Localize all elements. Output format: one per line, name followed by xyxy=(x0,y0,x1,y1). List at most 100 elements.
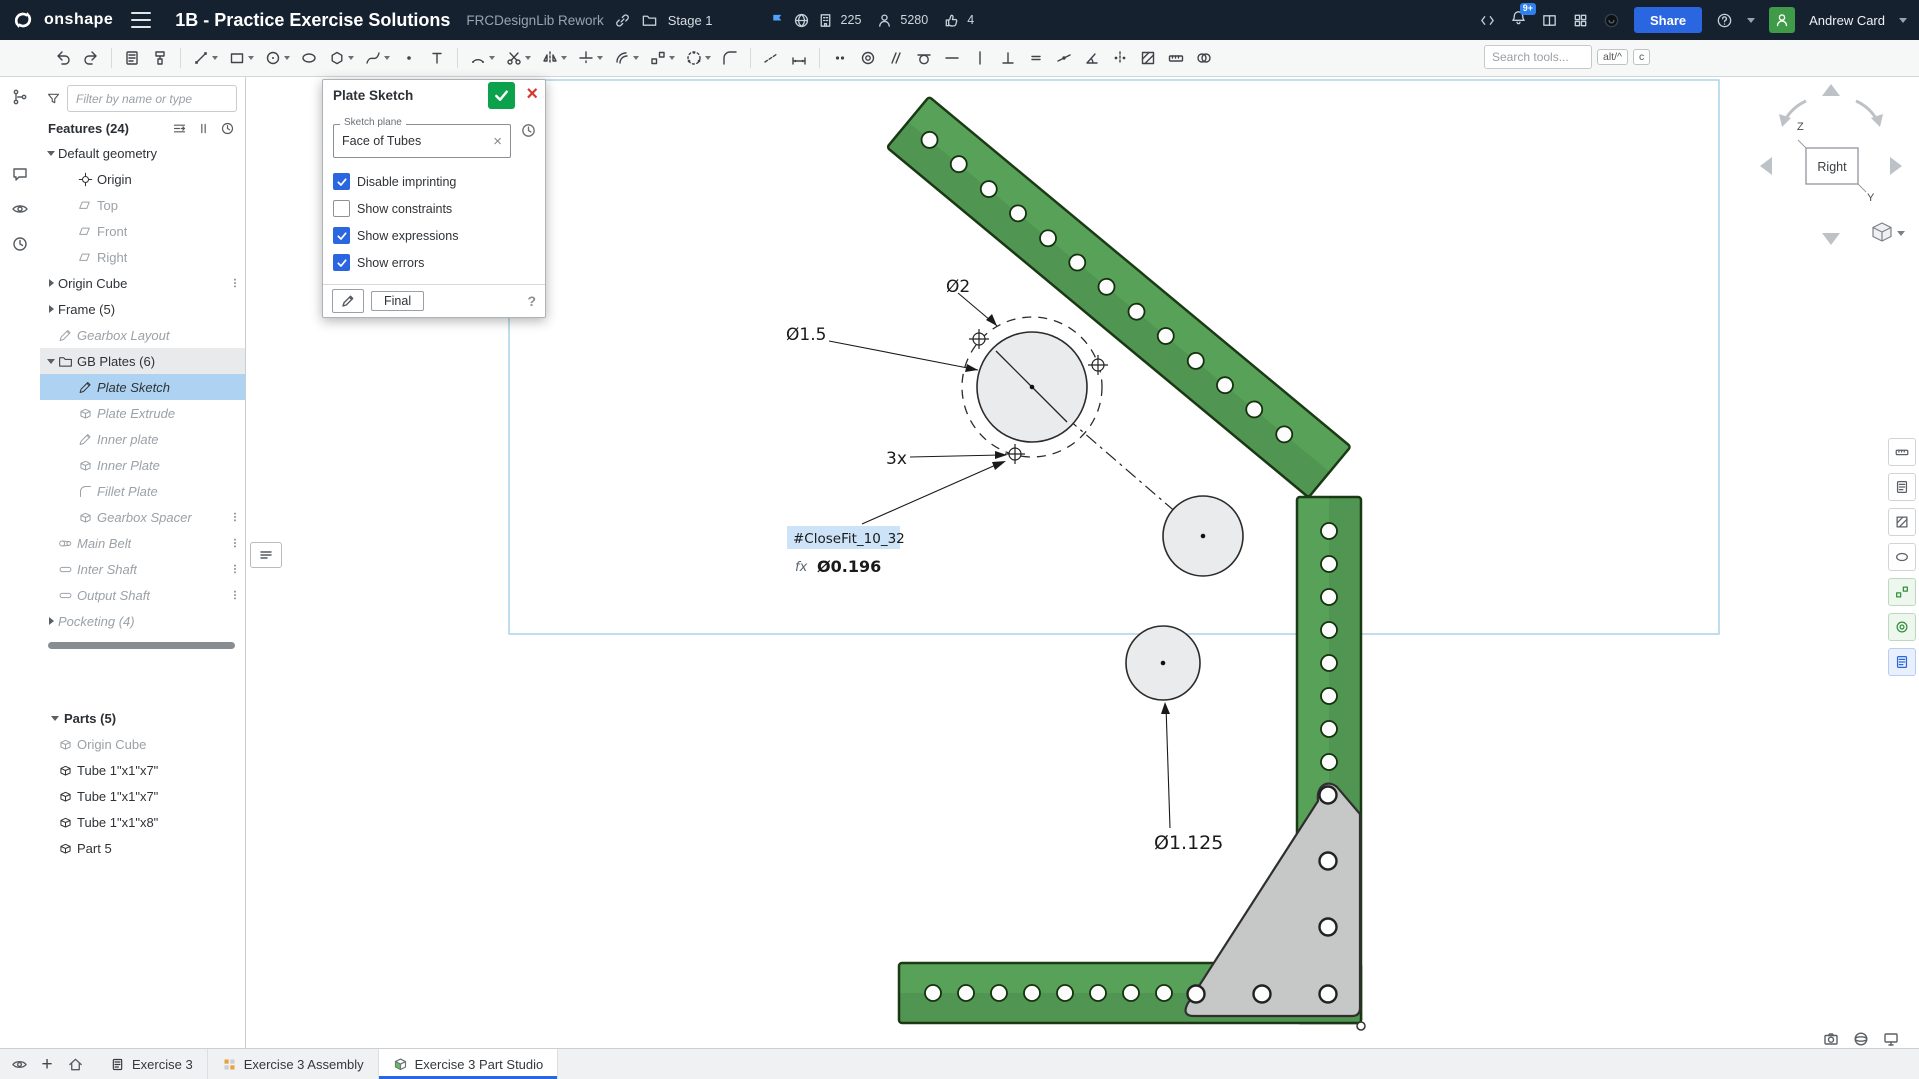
dialog-help-icon[interactable]: ? xyxy=(527,293,536,309)
rotate-down-arrow-icon[interactable] xyxy=(1822,233,1840,245)
pattern-circ-tool-button[interactable] xyxy=(681,44,715,72)
circle-tool-button[interactable] xyxy=(260,44,294,72)
measure-button[interactable] xyxy=(1888,438,1916,466)
home-button[interactable] xyxy=(62,1051,88,1077)
mirror-tool-button[interactable] xyxy=(537,44,571,72)
dropdown-caret-icon[interactable] xyxy=(525,56,531,60)
model-canvas[interactable]: Ø2 Ø1.5 3x #CloseFit_10_32 fx Ø0.196 Ø1.… xyxy=(0,0,1919,1079)
logo-wordmark[interactable]: onshape xyxy=(44,11,113,29)
link-icon[interactable] xyxy=(614,12,631,29)
ellipse-tool-button[interactable] xyxy=(296,44,322,72)
fit-label[interactable]: #CloseFit_10_32 xyxy=(793,531,905,547)
notifications[interactable]: 9+ xyxy=(1510,9,1527,31)
feature-output-shaft[interactable]: Output Shaft xyxy=(40,582,245,608)
versions-rail-button[interactable] xyxy=(7,84,33,110)
dropdown-caret-icon[interactable] xyxy=(633,56,639,60)
spline-tool-button[interactable] xyxy=(360,44,394,72)
chevron-down-icon[interactable] xyxy=(44,151,58,156)
point-tool-button[interactable] xyxy=(396,44,422,72)
tangent-tool-button[interactable] xyxy=(911,44,937,72)
parts-header[interactable]: Parts (5) xyxy=(40,705,245,731)
feature-origin[interactable]: Origin xyxy=(40,166,245,192)
dropdown-caret-icon[interactable] xyxy=(348,56,354,60)
final-button[interactable]: Final xyxy=(371,291,424,311)
chevron-down-icon[interactable] xyxy=(48,716,62,721)
tab-manager-button[interactable] xyxy=(6,1051,32,1077)
dim-d15-label[interactable]: Ø1.5 xyxy=(786,325,826,345)
dropdown-caret-icon[interactable] xyxy=(597,56,603,60)
feature-gearbox-layout[interactable]: Gearbox Layout xyxy=(40,322,245,348)
public-flag-icon[interactable] xyxy=(769,12,786,29)
feature-gb-plates-6[interactable]: GB Plates (6) xyxy=(40,348,245,374)
checkbox-checked-icon[interactable] xyxy=(333,227,350,244)
add-tab-button[interactable]: + xyxy=(34,1051,60,1077)
feature-main-belt[interactable]: Main Belt xyxy=(40,530,245,556)
tab-exercise-3[interactable]: Exercise 3 xyxy=(96,1049,208,1079)
view-cube-menu-icon[interactable] xyxy=(1873,223,1905,241)
diagonal-tube[interactable] xyxy=(887,97,1351,498)
part-tube-1-x1-x7[interactable]: Tube 1"x1"x7" xyxy=(40,757,245,783)
feature-default-geometry[interactable]: Default geometry xyxy=(40,140,245,166)
fillet-tool-button[interactable] xyxy=(717,44,743,72)
redo-tool-button[interactable] xyxy=(78,44,104,72)
text-tool-button[interactable] xyxy=(424,44,450,72)
dark-circle-icon[interactable] xyxy=(1603,12,1620,29)
chevron-down-icon[interactable] xyxy=(44,359,58,364)
workspace-name[interactable]: Stage 1 xyxy=(668,13,713,28)
accept-button[interactable] xyxy=(488,82,515,109)
feature-list-panel-button[interactable] xyxy=(1888,648,1916,676)
arc-tool-button[interactable] xyxy=(465,44,499,72)
paint-tool-button[interactable] xyxy=(147,44,173,72)
feature-inner-plate[interactable]: Inner Plate xyxy=(40,452,245,478)
checkbox-unchecked-icon[interactable] xyxy=(333,200,350,217)
option-show-errors[interactable]: Show errors xyxy=(333,249,535,276)
dropdown-caret-icon[interactable] xyxy=(669,56,675,60)
clear-selection-icon[interactable]: × xyxy=(493,133,502,150)
hatch-tool-button[interactable] xyxy=(1135,44,1161,72)
follow-rail-button[interactable] xyxy=(7,196,33,222)
part-tube-1-x1-x8[interactable]: Tube 1"x1"x8" xyxy=(40,809,245,835)
trim-tool-button[interactable] xyxy=(573,44,607,72)
equal-tool-button[interactable] xyxy=(1023,44,1049,72)
part-origin-cube[interactable]: Origin Cube xyxy=(40,731,245,757)
vertical-tool-button[interactable] xyxy=(967,44,993,72)
insert-feature-icon[interactable] xyxy=(172,121,187,136)
configurations-button[interactable] xyxy=(1888,613,1916,641)
dropdown-caret-icon[interactable] xyxy=(384,56,390,60)
workspace-folder-icon[interactable] xyxy=(641,12,658,29)
help-caret-icon[interactable] xyxy=(1747,18,1755,23)
coincident-tool-button[interactable] xyxy=(827,44,853,72)
sketch-plane-field[interactable]: Sketch plane Face of Tubes × xyxy=(333,124,511,158)
dropdown-caret-icon[interactable] xyxy=(489,56,495,60)
construction-tool-button[interactable] xyxy=(758,44,784,72)
feature-top[interactable]: Top xyxy=(40,192,245,218)
checkbox-checked-icon[interactable] xyxy=(333,254,350,271)
intersect-tool-button[interactable] xyxy=(1191,44,1217,72)
search-tools-input[interactable] xyxy=(1484,45,1592,69)
share-button[interactable]: Share xyxy=(1634,7,1702,33)
dropdown-caret-icon[interactable] xyxy=(284,56,290,60)
named-views-button[interactable] xyxy=(1888,543,1916,571)
likes-icon[interactable] xyxy=(943,12,960,29)
option-show-constraints[interactable]: Show constraints xyxy=(333,195,535,222)
mass-properties-button[interactable] xyxy=(1888,473,1916,501)
chevron-right-icon[interactable] xyxy=(44,617,58,625)
feature-inner-plate[interactable]: Inner plate xyxy=(40,426,245,452)
rotate-right-arrow-icon[interactable] xyxy=(1890,157,1902,175)
polygon-tool-button[interactable] xyxy=(324,44,358,72)
rollback-bar-handle[interactable] xyxy=(250,542,282,568)
concentric-tool-button[interactable] xyxy=(855,44,881,72)
symmetric-tool-button[interactable] xyxy=(1107,44,1133,72)
document-title[interactable]: 1B - Practice Exercise Solutions xyxy=(175,10,450,31)
user-avatar[interactable] xyxy=(1769,7,1795,33)
filter-funnel-icon[interactable] xyxy=(46,91,61,106)
feature-fillet-plate[interactable]: Fillet Plate xyxy=(40,478,245,504)
line-tool-button[interactable] xyxy=(188,44,222,72)
angle-tool-button[interactable] xyxy=(1079,44,1105,72)
globe-icon[interactable] xyxy=(793,12,810,29)
history-icon[interactable] xyxy=(220,121,235,136)
horizontal-tool-button[interactable] xyxy=(939,44,965,72)
dim-d2-label[interactable]: Ø2 xyxy=(946,277,970,297)
parallel-tool-button[interactable] xyxy=(883,44,909,72)
feature-inter-shaft[interactable]: Inter Shaft xyxy=(40,556,245,582)
